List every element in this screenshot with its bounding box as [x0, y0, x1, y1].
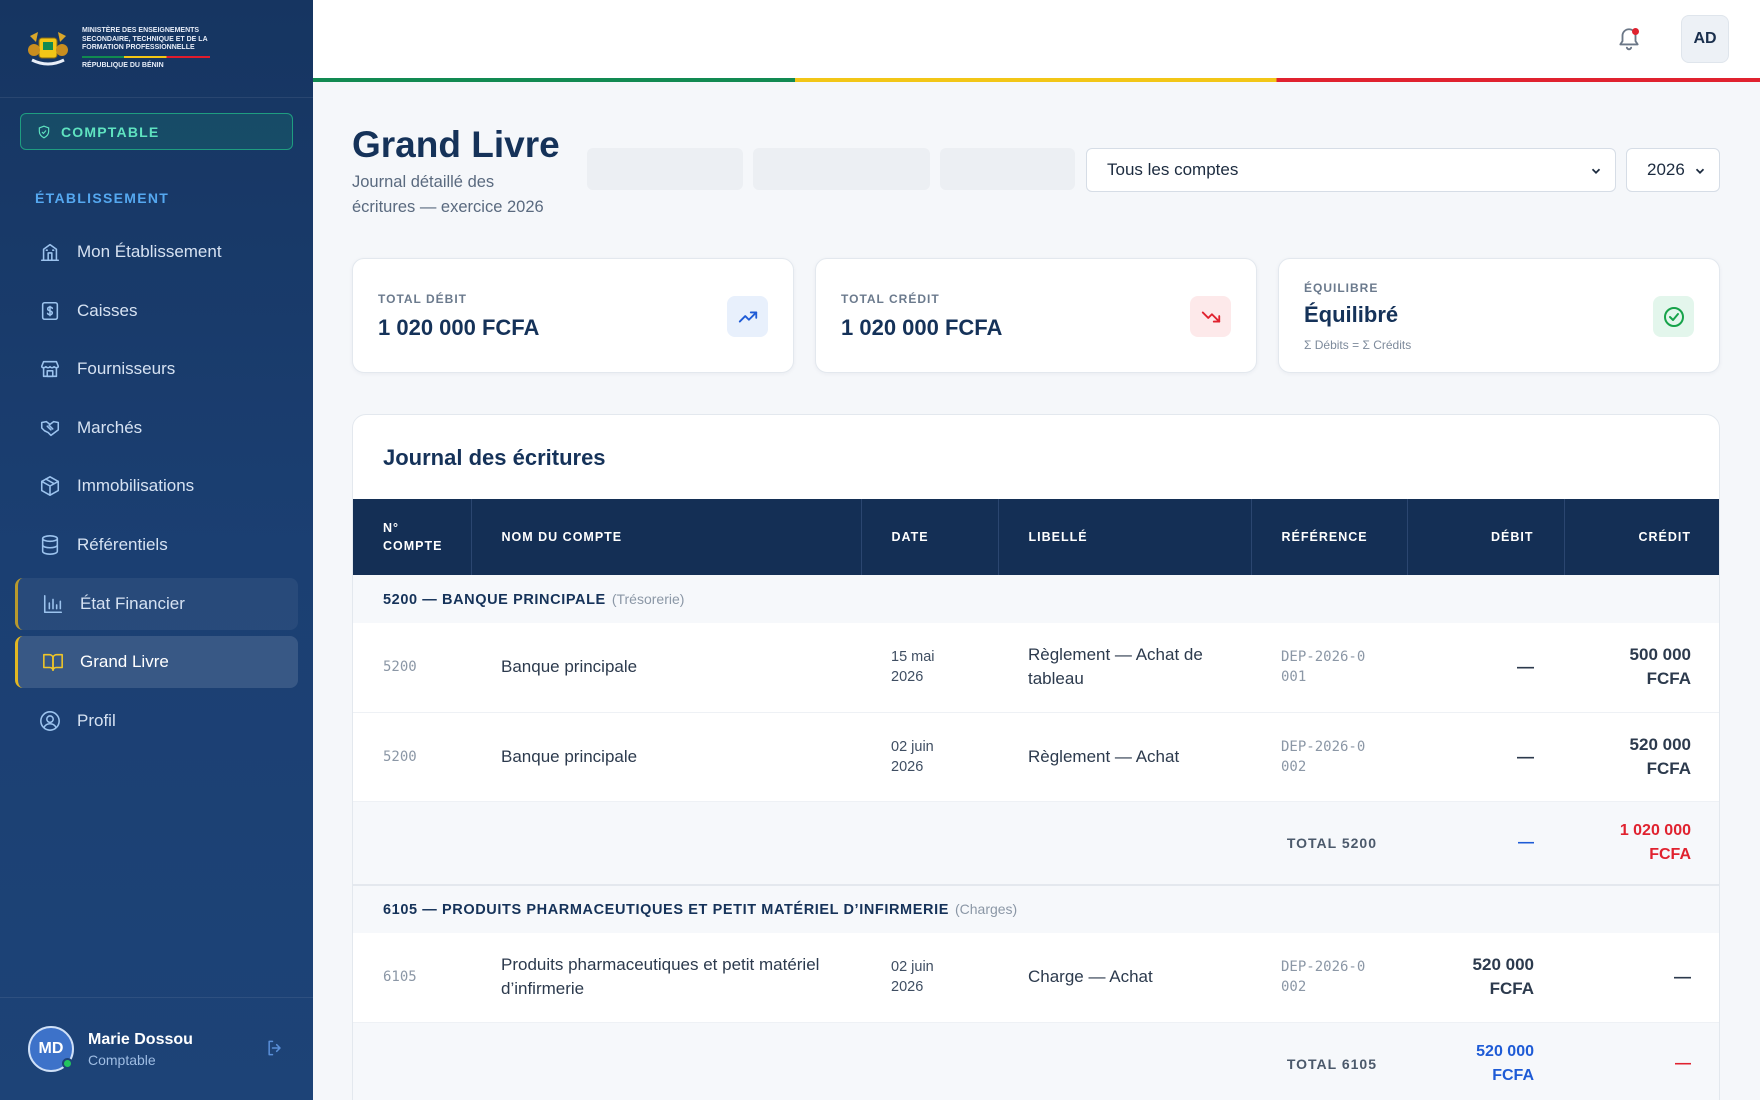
notification-badge	[1632, 28, 1639, 35]
store-icon	[40, 361, 60, 378]
user-role: Comptable	[88, 1051, 156, 1068]
sidebar-item-fournisseurs[interactable]: Fournisseurs	[15, 343, 298, 395]
notifications-button[interactable]	[1616, 26, 1642, 52]
col-date[interactable]: DATE	[861, 499, 999, 575]
user-name: Marie Dossou	[88, 1030, 193, 1048]
check-circle-icon	[1663, 306, 1684, 327]
building-icon	[40, 243, 60, 262]
section-label: ÉTABLISSEMENT	[35, 190, 170, 206]
trending-up-icon	[738, 311, 757, 322]
brand-header: MINISTÈRE DES ENSEIGNEMENTS SECONDAIRE, …	[0, 0, 313, 98]
table-header: N° COMPTE NOM DU COMPTE DATE LIBELLÉ RÉF…	[353, 499, 1719, 575]
page-subtitle: Journal détaillé des écritures — exercic…	[352, 173, 544, 216]
journal-title: Journal des écritures	[383, 445, 606, 470]
user-menu-button[interactable]: AD	[1681, 15, 1729, 63]
online-status-dot	[62, 1058, 73, 1069]
account-group-header: 6105 — PRODUITS PHARMACEUTIQUES ET PETIT…	[353, 885, 1719, 933]
sidebar-item-profil[interactable]: Profil	[15, 695, 298, 747]
col-debit[interactable]: DÉBIT	[1407, 499, 1565, 575]
avatar[interactable]: MD	[28, 1026, 74, 1072]
journal-table: N° COMPTE NOM DU COMPTE DATE LIBELLÉ RÉF…	[353, 499, 1719, 1100]
table-row[interactable]: 5200 Banque principale 02 juin 2026 Règl…	[353, 712, 1719, 802]
logout-icon[interactable]	[265, 1038, 285, 1058]
journal-card: Journal des écritures N° COMPTE NOM DU C…	[352, 414, 1720, 1100]
sidebar-item-etat-financier[interactable]: État Financier	[15, 577, 298, 630]
year-filter-select[interactable]: 2026	[1626, 148, 1720, 192]
current-user: MD Marie Dossou Comptable	[0, 997, 313, 1100]
sidebar-item-referentiels[interactable]: Référentiels	[15, 519, 298, 571]
sidebar: MINISTÈRE DES ENSEIGNEMENTS SECONDAIRE, …	[0, 0, 313, 1100]
book-open-icon	[43, 654, 63, 672]
kpi-total-debit: TOTAL DÉBIT 1 020 000 FCFA	[352, 258, 794, 373]
database-icon	[41, 535, 59, 555]
col-account-no[interactable]: N° COMPTE	[353, 499, 472, 575]
table-row[interactable]: 6105 Produits pharmaceutiques et petit m…	[353, 933, 1719, 1023]
trending-down-icon	[1201, 311, 1220, 322]
col-label[interactable]: LIBELLÉ	[998, 499, 1252, 575]
sidebar-item-grand-livre[interactable]: Grand Livre	[15, 636, 298, 689]
chevron-down-icon	[1591, 168, 1601, 174]
col-credit[interactable]: CRÉDIT	[1564, 499, 1719, 575]
col-reference[interactable]: RÉFÉRENCE	[1251, 499, 1408, 575]
cash-register-icon	[41, 301, 59, 320]
sidebar-item-immobilisations[interactable]: Immobilisations	[15, 460, 298, 512]
loading-placeholder	[753, 148, 930, 190]
bar-chart-icon	[43, 594, 63, 613]
page-title: Grand Livre	[352, 124, 560, 165]
account-filter-select[interactable]: Tous les comptes	[1086, 148, 1616, 192]
top-bar: AD	[313, 0, 1760, 78]
ministry-name: MINISTÈRE DES ENSEIGNEMENTS SECONDAIRE, …	[82, 27, 208, 51]
shield-check-icon	[38, 125, 50, 138]
user-circle-icon	[40, 710, 60, 731]
account-group-header: 5200 — BANQUE PRINCIPALE (Trésorerie)	[353, 575, 1719, 623]
handshake-icon	[40, 420, 60, 436]
flag-stripe	[82, 55, 210, 58]
account-total-row: TOTAL 6105 520 000 FCFA —	[353, 1022, 1719, 1100]
balance-status: Équilibré	[1304, 302, 1399, 327]
role-badge: COMPTABLE	[20, 113, 293, 150]
loading-placeholder	[940, 148, 1075, 190]
sidebar-item-caisses[interactable]: Caisses	[15, 285, 298, 337]
country-name: RÉPUBLIQUE DU BÉNIN	[82, 61, 164, 69]
kpi-balance: ÉQUILIBRE Équilibré Σ Débits = Σ Crédits	[1278, 258, 1720, 373]
coat-of-arms-icon	[28, 31, 68, 65]
flag-stripe-bar	[313, 78, 1760, 82]
chevron-down-icon	[1695, 168, 1705, 174]
sidebar-item-marches[interactable]: Marchés	[15, 402, 298, 454]
balance-note: Σ Débits = Σ Crédits	[1304, 338, 1412, 352]
sidebar-nav: Mon Établissement Caisses Fournisseurs M…	[15, 226, 298, 753]
sidebar-item-mon-etablissement[interactable]: Mon Établissement	[15, 226, 298, 278]
package-icon	[40, 476, 60, 497]
kpi-total-credit: TOTAL CRÉDIT 1 020 000 FCFA	[815, 258, 1257, 373]
col-account-name[interactable]: NOM DU COMPTE	[471, 499, 862, 575]
table-row[interactable]: 5200 Banque principale 15 mai 2026 Règle…	[353, 623, 1719, 713]
account-total-row: TOTAL 5200 — 1 020 000 FCFA	[353, 801, 1719, 886]
loading-placeholder	[587, 148, 743, 190]
